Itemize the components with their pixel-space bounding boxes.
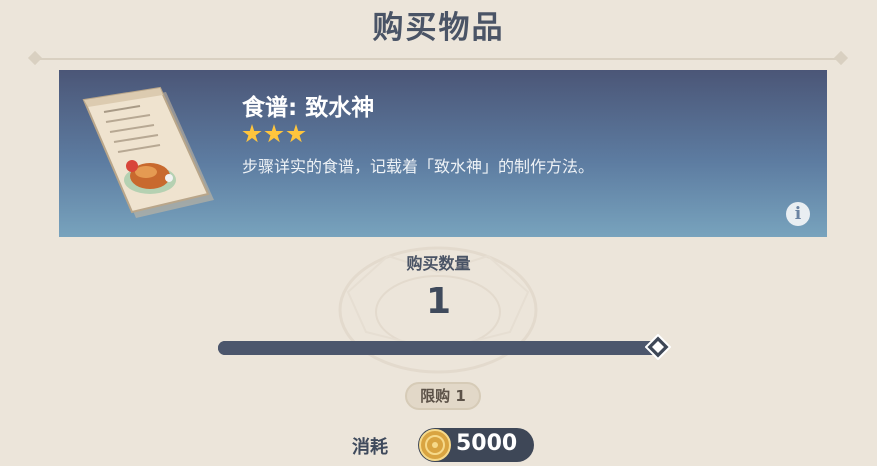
divider-ornament-left [27, 50, 43, 66]
mora-coin-icon [419, 429, 451, 461]
cost-label: 消耗 [352, 437, 388, 458]
rarity-star-icon [286, 124, 306, 143]
dialog-title: 购买物品 [372, 10, 505, 46]
quantity-slider[interactable] [218, 341, 658, 355]
quantity-slider-fill [218, 341, 658, 355]
title-divider [34, 58, 843, 60]
rarity-stars [242, 124, 308, 146]
item-description: 步骤详实的食谱，记载着「致水神」的制作方法。 [242, 157, 595, 176]
divider-ornament-right [833, 50, 849, 66]
rarity-star-icon [264, 124, 284, 143]
item-name: 食谱: 致水神 [242, 95, 375, 121]
purchase-limit-badge: 限购 1 [405, 382, 481, 410]
recipe-scroll-icon [82, 86, 214, 218]
quantity-slider-handle[interactable] [645, 334, 671, 360]
rarity-star-icon [242, 124, 262, 143]
info-icon[interactable]: i [786, 202, 810, 226]
quantity-label: 购买数量 [406, 254, 471, 273]
quantity-value: 1 [425, 281, 452, 322]
cost-amount: 5000 [456, 431, 518, 456]
purchase-dialog: 购买物品 食谱: 致水神 步骤详实的食谱，记载着「致水神」的制作方法。 i 购买… [0, 0, 877, 466]
